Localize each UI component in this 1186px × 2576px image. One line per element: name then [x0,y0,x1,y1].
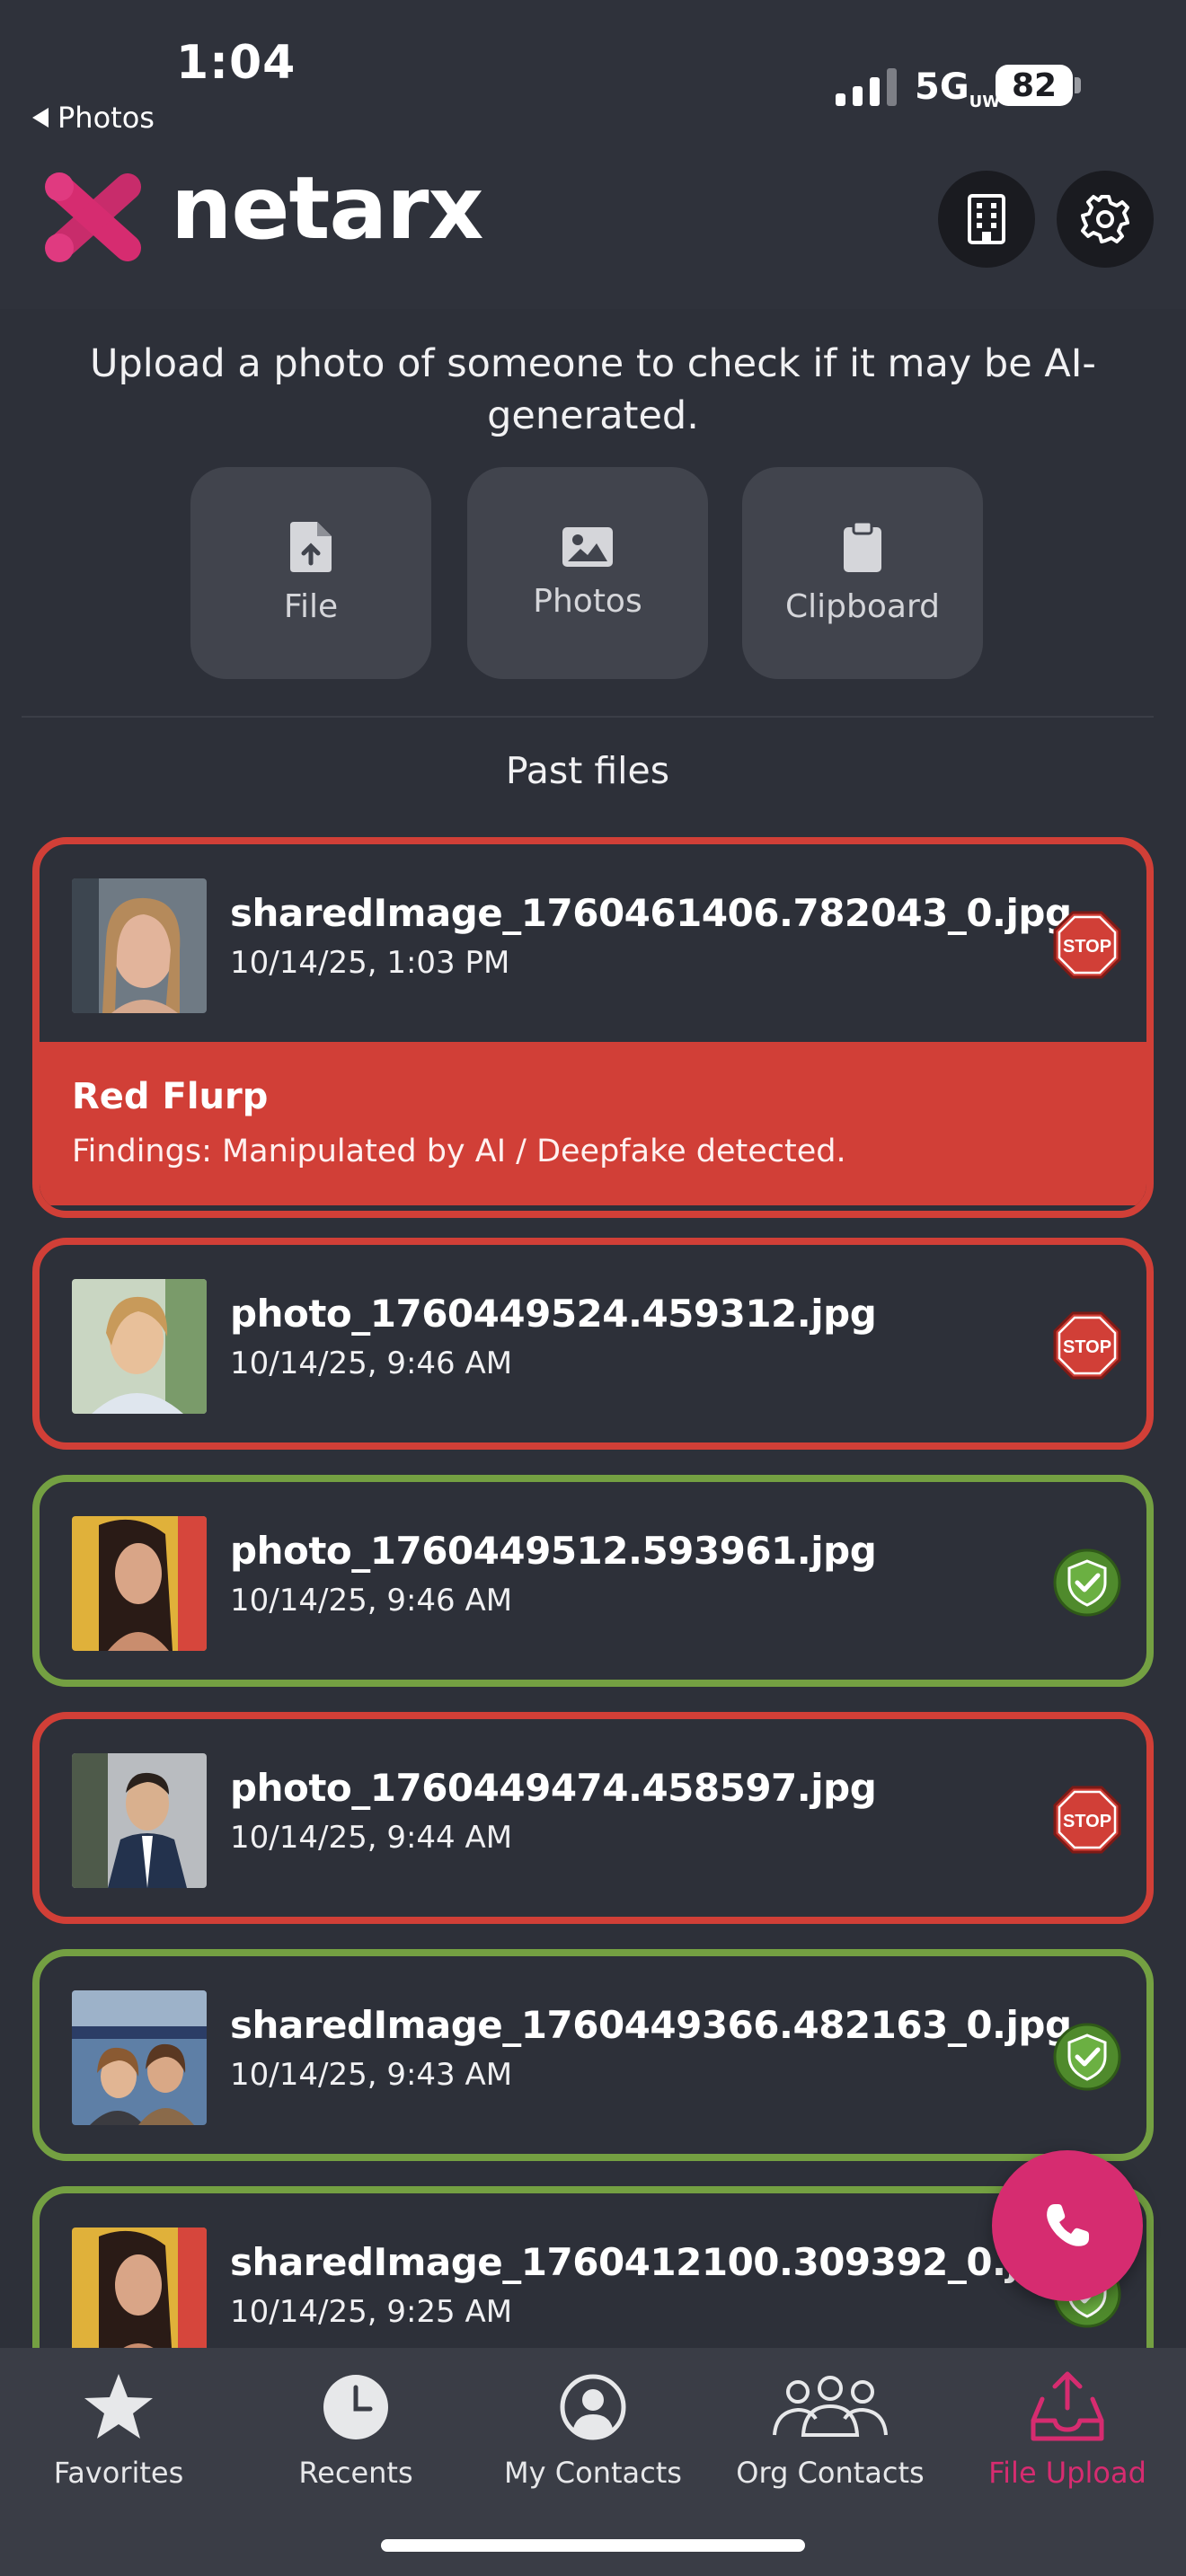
file-date: 10/14/25, 9:44 AM [230,1820,513,1856]
organization-button[interactable] [938,171,1035,268]
tab-file-upload[interactable]: File Upload [949,2364,1186,2490]
tab-org-contacts-label: Org Contacts [736,2456,925,2490]
file-name: photo_1760449512.593961.jpg [230,1529,877,1573]
file-name: photo_1760449474.458597.jpg [230,1766,877,1810]
check-shield-icon [1053,2023,1121,2091]
check-shield-icon [1053,1548,1121,1617]
svg-text:STOP: STOP [1063,1337,1111,1357]
building-icon [968,194,1005,244]
clock-icon [323,2375,388,2439]
tab-my-contacts[interactable]: My Contacts [474,2364,712,2490]
file-name: sharedImage_1760461406.782043_0.jpg [230,891,1072,935]
clipboard-icon [844,521,881,572]
status-time: 1:04 [176,36,296,90]
group-icon [773,2376,888,2437]
tab-org-contacts[interactable]: Org Contacts [712,2364,949,2490]
tab-favorites[interactable]: Favorites [0,2364,237,2490]
upload-instructions: Upload a photo of someone to check if it… [90,341,1096,438]
network-indicator: 5GUW [915,66,1001,111]
back-label: Photos [58,101,155,135]
file-thumbnail [72,2228,207,2348]
file-card[interactable]: photo_1760449474.458597.jpg 10/14/25, 9:… [32,1712,1154,1924]
file-date: 10/14/25, 9:25 AM [230,2294,513,2330]
svg-text:STOP: STOP [1063,937,1111,957]
phone-icon [1047,2204,1089,2246]
tab-file-upload-label: File Upload [988,2456,1146,2490]
upload-clipboard-label: Clipboard [785,587,940,625]
star-icon [84,2374,153,2439]
home-indicator [381,2539,805,2552]
file-date: 10/14/25, 9:46 AM [230,1345,513,1381]
file-card[interactable]: sharedImage_1760461406.782043_0.jpg 10/1… [32,837,1154,1218]
upload-photos-label: Photos [533,582,642,620]
back-to-photos-link[interactable]: Photos [32,101,155,135]
tab-my-contacts-label: My Contacts [504,2456,682,2490]
file-card[interactable]: photo_1760449512.593961.jpg 10/14/25, 9:… [32,1475,1154,1687]
stop-sign-icon: STOP [1053,911,1121,979]
file-thumbnail [72,1753,207,1888]
file-date: 10/14/25, 9:46 AM [230,1583,513,1619]
file-thumbnail [72,1279,207,1414]
past-files-title: Past files [505,749,670,792]
call-fab-button[interactable] [992,2150,1143,2301]
file-card[interactable]: sharedImage_1760449366.482163_0.jpg 10/1… [32,1949,1154,2161]
file-name: photo_1760449524.459312.jpg [230,1292,877,1336]
file-thumbnail [72,1990,207,2125]
person-icon [560,2374,626,2440]
findings-text: Findings: Manipulated by AI / Deepfake d… [72,1134,846,1169]
upload-file-button[interactable]: File [190,467,431,679]
file-date: 10/14/25, 9:43 AM [230,2057,513,2093]
tab-recents-label: Recents [298,2456,413,2490]
file-name: sharedImage_1760449366.482163_0.jpg [230,2003,1072,2047]
upload-clipboard-button[interactable]: Clipboard [742,467,983,679]
image-icon [562,526,613,567]
netarx-logo [45,172,141,262]
battery-nub [1075,77,1081,93]
file-date: 10/14/25, 1:03 PM [230,945,510,981]
svg-text:STOP: STOP [1063,1812,1111,1831]
stop-sign-icon: STOP [1053,1786,1121,1854]
file-thumbnail [72,878,207,1013]
upload-file-label: File [283,587,339,625]
stop-sign-icon: STOP [1053,1311,1121,1380]
findings-title: Red Flurp [72,1076,269,1117]
past-files-list[interactable]: sharedImage_1760461406.782043_0.jpg 10/1… [0,834,1186,2348]
back-triangle-icon [32,108,49,128]
file-thumbnail [72,1516,207,1651]
tab-favorites-label: Favorites [53,2456,184,2490]
section-divider [22,716,1154,718]
gear-icon [1081,195,1129,243]
signal-icon [836,65,897,106]
file-card[interactable]: sharedImage_1760412100.309392_0.jpg 10/1… [32,2186,1154,2348]
file-upload-icon [290,521,332,572]
upload-tray-icon [1031,2371,1104,2441]
upload-photos-button[interactable]: Photos [467,467,708,679]
settings-button[interactable] [1057,171,1154,268]
file-card[interactable]: photo_1760449524.459312.jpg 10/14/25, 9:… [32,1238,1154,1450]
file-name: sharedImage_1760412100.309392_0.jpg [230,2240,1072,2284]
battery-indicator: 82 [996,65,1073,106]
tab-recents[interactable]: Recents [237,2364,474,2490]
findings-panel: Red Flurp Findings: Manipulated by AI / … [40,1042,1146,1205]
brand-name: netarx [171,158,483,259]
